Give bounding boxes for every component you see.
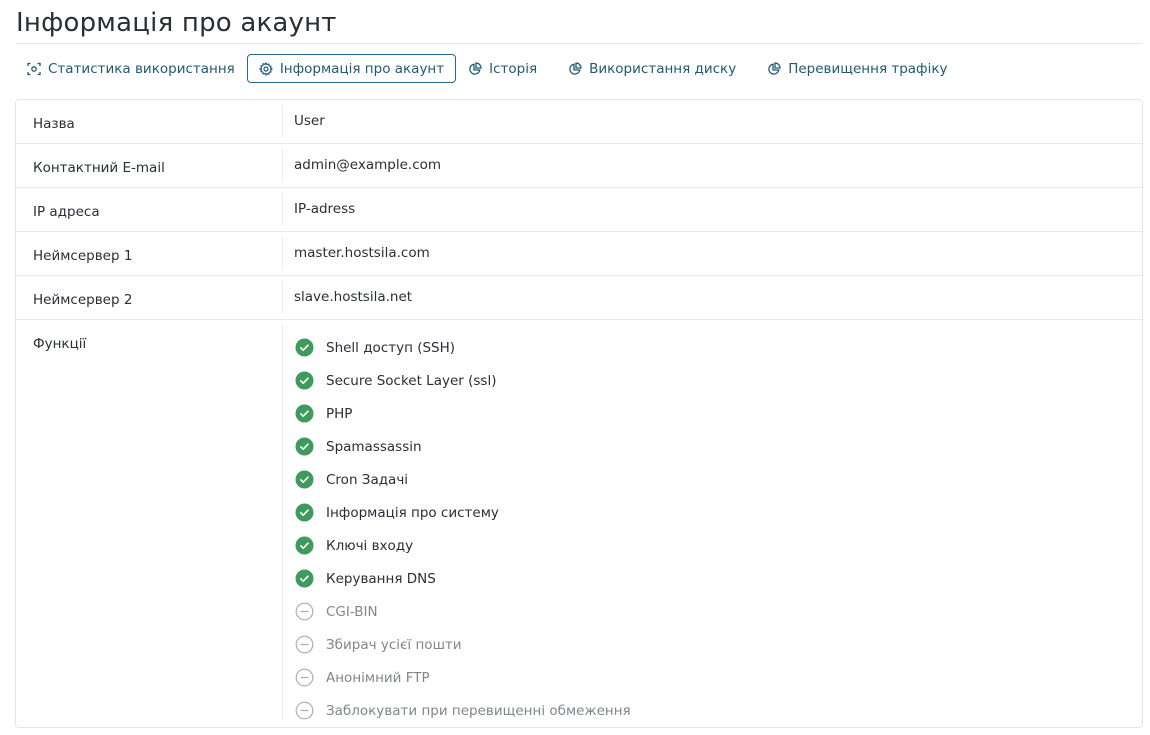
tab-history[interactable]: Історія <box>456 54 549 83</box>
feature-item: Заблокувати при перевищенні обмеження <box>295 694 1142 727</box>
tab-label: Перевищення трафіку <box>788 60 948 77</box>
account-name-value: User <box>294 112 325 129</box>
feature-item: CGI-BIN <box>295 595 1142 628</box>
feature-item: Secure Socket Layer (ssl) <box>295 364 1142 397</box>
check-circle-icon <box>295 536 314 555</box>
minus-circle-icon <box>295 701 314 720</box>
feature-item: Shell доступ (SSH) <box>295 331 1142 364</box>
features-list: Shell доступ (SSH) Secure Socket Layer (s… <box>283 320 1142 727</box>
row-label: IP адреса <box>33 203 100 220</box>
tab-traffic-overuse[interactable]: Перевищення трафіку <box>755 54 959 83</box>
row-label: Функції <box>33 336 87 352</box>
feature-label: Збирач усієї пошти <box>326 636 462 653</box>
row-nameserver-2: Неймсервер 2 slave.hostsila.net <box>16 276 1142 320</box>
tab-label: Використання диску <box>589 60 737 77</box>
ip-address-value: IP-adress <box>294 200 356 217</box>
row-ip-address: IP адреса IP-adress <box>16 188 1142 232</box>
feature-label: CGI-BIN <box>326 603 378 620</box>
feature-item: Керування DNS <box>295 562 1142 595</box>
minus-circle-icon <box>295 602 314 621</box>
feature-item: Ключі входу <box>295 529 1142 562</box>
feature-label: Заблокувати при перевищенні обмеження <box>326 702 631 719</box>
row-name: Назва User <box>16 100 1142 144</box>
minus-circle-icon <box>295 635 314 654</box>
minus-circle-icon <box>295 668 314 687</box>
row-label: Неймсервер 1 <box>33 247 133 264</box>
pie-chart-icon <box>468 61 482 76</box>
feature-label: Shell доступ (SSH) <box>326 339 456 356</box>
feature-label: Secure Socket Layer (ssl) <box>326 372 497 389</box>
row-label: Контактний E-mail <box>33 159 165 176</box>
feature-item: Анонімний FTP <box>295 661 1142 694</box>
tab-label: Статистика використання <box>48 60 235 77</box>
check-circle-icon <box>295 470 314 489</box>
check-circle-icon <box>295 404 314 423</box>
pie-chart-icon <box>767 61 781 76</box>
nameserver-1-value: master.hostsila.com <box>294 244 430 261</box>
feature-label: Інформація про систему <box>326 504 499 521</box>
check-circle-icon <box>295 371 314 390</box>
feature-item: PHP <box>295 397 1142 430</box>
gear-icon <box>258 61 273 76</box>
row-features: Функції Shell доступ (SSH) Secure Socket … <box>16 320 1142 727</box>
tab-usage-stats[interactable]: Статистика використання <box>16 54 247 83</box>
feature-label: Анонімний FTP <box>326 669 430 686</box>
check-circle-icon <box>295 437 314 456</box>
feature-label: Cron Задачі <box>326 471 409 488</box>
feature-item: Spamassassin <box>295 430 1142 463</box>
check-circle-icon <box>295 503 314 522</box>
feature-label: Ключі входу <box>326 537 414 554</box>
nameserver-2-value: slave.hostsila.net <box>294 288 413 305</box>
row-nameserver-1: Неймсервер 1 master.hostsila.com <box>16 232 1142 276</box>
pie-chart-icon <box>568 61 582 76</box>
tab-disk-usage[interactable]: Використання диску <box>556 54 748 83</box>
page-title: Інформація про акаунт <box>16 8 337 38</box>
feature-item: Збирач усієї пошти <box>295 628 1142 661</box>
tab-label: Історія <box>489 60 538 77</box>
feature-item: Інформація про систему <box>295 496 1142 529</box>
row-label: Неймсервер 2 <box>33 291 133 308</box>
row-label: Назва <box>33 115 75 132</box>
contact-email-value: admin@example.com <box>294 156 442 173</box>
check-circle-icon <box>295 338 314 357</box>
tab-account-info[interactable]: Інформація про акаунт <box>246 54 457 83</box>
feature-item: Cron Задачі <box>295 463 1142 496</box>
check-circle-icon <box>295 569 314 588</box>
feature-label: Spamassassin <box>326 438 422 455</box>
tab-bar: Статистика використання Інформація про а… <box>16 54 960 83</box>
row-contact-email: Контактний E-mail admin@example.com <box>16 144 1142 188</box>
feature-label: PHP <box>326 405 353 422</box>
scan-icon <box>27 62 41 76</box>
account-info-table: Назва User Контактний E-mail admin@examp… <box>15 99 1143 728</box>
tab-label: Інформація про акаунт <box>279 60 445 77</box>
feature-label: Керування DNS <box>326 570 436 587</box>
title-divider <box>16 43 1142 44</box>
